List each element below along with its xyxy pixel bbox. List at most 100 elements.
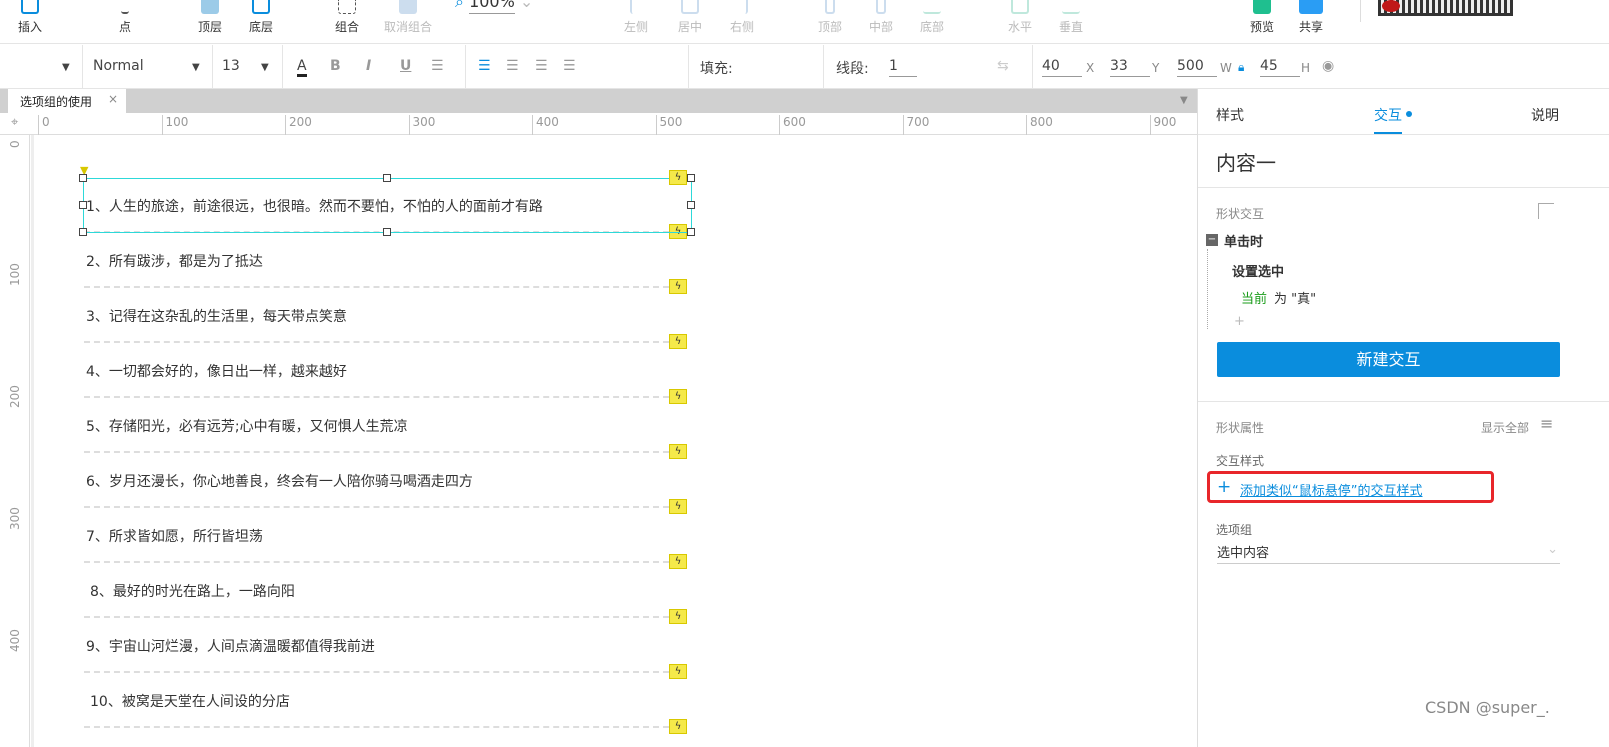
w-label: W — [1220, 61, 1232, 75]
option-group-input[interactable]: 选中内容 ⌄ — [1217, 542, 1560, 564]
share-button[interactable]: 共享 — [1294, 0, 1328, 44]
option-item[interactable]: 8、最好的时光在路上，一路向阳 — [90, 581, 295, 601]
widget-name[interactable]: 内容一 — [1216, 147, 1276, 176]
align-left-text-icon[interactable]: ☰ — [478, 58, 491, 74]
style-dropdown-arrow[interactable]: ▼ — [62, 62, 70, 73]
preview-button[interactable]: 预览 — [1245, 0, 1279, 44]
resize-handle[interactable] — [79, 174, 87, 182]
group-icon — [338, 0, 356, 14]
align-bottom-icon — [923, 0, 941, 14]
menu-icon[interactable]: ≡ — [1540, 414, 1553, 433]
distribute-horizontal-button[interactable]: 水平 — [1005, 0, 1035, 44]
document-tab[interactable]: 选项组的使用 × — [8, 89, 126, 113]
action-set-selected[interactable]: 设置选中 — [1232, 261, 1284, 280]
send-back-button[interactable]: 底层 — [244, 0, 278, 44]
align-bottom-button[interactable]: 底部 — [917, 0, 947, 44]
action-target[interactable]: 当前 — [1241, 288, 1267, 307]
interaction-lightning-icon[interactable]: ϟ — [669, 664, 687, 679]
selection-box[interactable] — [83, 178, 692, 233]
tab-interaction[interactable]: 交互 — [1374, 105, 1402, 135]
option-item[interactable]: 10、被窝是天堂在人间设的分店 — [90, 691, 290, 711]
tab-style[interactable]: 样式 — [1216, 105, 1244, 125]
plus-icon[interactable]: + — [1217, 477, 1231, 497]
close-tab-icon[interactable]: × — [108, 92, 118, 106]
bold-icon[interactable]: B — [330, 58, 341, 74]
show-all-link[interactable]: 显示全部 — [1481, 419, 1529, 436]
resize-handle[interactable] — [79, 201, 87, 209]
ruler-label: 800 — [1030, 115, 1053, 129]
insert-button[interactable]: 插入 — [10, 0, 50, 44]
height-input[interactable]: 45 — [1260, 58, 1300, 77]
align-right-button[interactable]: 右侧 — [728, 0, 756, 44]
align-center-button[interactable]: 居中 — [676, 0, 704, 44]
justify-text-icon[interactable]: ☰ — [563, 58, 576, 74]
event-onclick[interactable]: 单击时 — [1224, 231, 1263, 250]
action-value: 为 "真" — [1274, 292, 1317, 307]
lock-icon[interactable]: 🔒︎ — [1238, 60, 1244, 75]
interaction-lightning-icon[interactable]: ϟ — [669, 444, 687, 459]
interaction-lightning-icon[interactable]: ϟ — [669, 334, 687, 349]
collapse-icon[interactable]: − — [1206, 234, 1218, 246]
point-button[interactable]: 点 — [110, 0, 140, 44]
interaction-lightning-icon[interactable]: ϟ — [669, 554, 687, 569]
resize-handle[interactable] — [687, 228, 695, 236]
align-top-button[interactable]: 顶部 — [815, 0, 845, 44]
distribute-vertical-button[interactable]: 垂直 — [1056, 0, 1086, 44]
resize-handle[interactable] — [687, 201, 695, 209]
item-divider — [84, 671, 669, 673]
option-item[interactable]: 3、记得在这杂乱的生活里，每天带点笑意 — [86, 306, 347, 326]
option-item[interactable]: 2、所有跋涉，都是为了抵达 — [86, 251, 263, 271]
option-item[interactable]: 9、宇宙山河烂漫，人间点滴温暖都值得我前进 — [86, 636, 375, 656]
resize-handle[interactable] — [79, 228, 87, 236]
italic-icon[interactable]: I — [366, 58, 371, 74]
interaction-lightning-icon[interactable]: ϟ — [669, 719, 687, 734]
bring-front-button[interactable]: 顶层 — [193, 0, 227, 44]
resize-handle[interactable] — [383, 228, 391, 236]
group-button[interactable]: 组合 — [330, 0, 364, 44]
line-width-input[interactable]: 1 — [889, 58, 917, 77]
point-icon — [121, 0, 129, 14]
font-size-select[interactable]: 13 — [222, 58, 240, 74]
ruler-label: 400 — [536, 115, 559, 129]
x-input[interactable]: 40 — [1042, 58, 1082, 77]
align-center-text-icon[interactable]: ☰ — [506, 58, 519, 74]
bullet-list-icon[interactable]: ☰ — [431, 58, 444, 74]
font-color-icon[interactable]: A — [297, 58, 307, 77]
resize-handle[interactable] — [687, 174, 695, 182]
interaction-lightning-icon[interactable]: ϟ — [669, 609, 687, 624]
chevron-down-icon: ⌄ — [519, 0, 534, 11]
interaction-lightning-icon[interactable]: ϟ — [669, 499, 687, 514]
tab-menu-dropdown-icon[interactable]: ▼ — [1180, 95, 1188, 106]
align-left-button[interactable]: 左侧 — [624, 0, 648, 44]
interaction-lightning-icon[interactable]: ϟ — [669, 389, 687, 404]
add-hover-style-link[interactable]: 添加类似“鼠标悬停”的交互样式 — [1240, 480, 1422, 499]
right-inspector-panel: 样式 交互 说明 内容一 形状交互 − 单击时 设置选中 当前 为 "真" + … — [1197, 89, 1609, 747]
tab-notes[interactable]: 说明 — [1531, 105, 1559, 125]
user-avatar-banner[interactable] — [1378, 0, 1513, 16]
insert-icon — [21, 0, 39, 14]
width-input[interactable]: 500 — [1177, 58, 1217, 77]
option-item[interactable]: 7、所求皆如愿，所行皆坦荡 — [86, 526, 263, 546]
align-middle-button[interactable]: 中部 — [866, 0, 896, 44]
align-right-text-icon[interactable]: ☰ — [535, 58, 548, 74]
expand-icon[interactable] — [1538, 203, 1554, 219]
text-style-select[interactable]: Normal — [93, 58, 144, 74]
resize-handle[interactable] — [383, 174, 391, 182]
arrow-style-icon[interactable]: ⇆ — [997, 58, 1009, 74]
visibility-eye-icon[interactable]: ◉ — [1322, 58, 1334, 74]
ruler-label: 700 — [906, 115, 930, 129]
preview-icon — [1253, 0, 1271, 14]
zoom-select[interactable]: ⌕ 100% ⌄ — [455, 0, 570, 36]
interaction-lightning-icon[interactable]: ϟ — [669, 170, 687, 185]
interaction-style-heading: 交互样式 — [1216, 454, 1265, 468]
underline-icon[interactable]: U — [400, 58, 411, 74]
option-item[interactable]: 6、岁月还漫长，你心地善良，终会有一人陪你骑马喝酒走四方 — [86, 471, 473, 491]
y-input[interactable]: 33 — [1110, 58, 1150, 77]
new-interaction-button[interactable]: 新建交互 — [1217, 342, 1560, 377]
ungroup-button[interactable]: 取消组合 — [380, 0, 436, 44]
option-item[interactable]: 4、一切都会好的，像日出一样，越来越好 — [86, 361, 347, 381]
h-label: H — [1301, 61, 1311, 75]
interaction-lightning-icon[interactable]: ϟ — [669, 279, 687, 294]
add-action-icon[interactable]: + — [1234, 314, 1245, 329]
option-item[interactable]: 5、存储阳光，必有远芳;心中有暖，又何惧人生荒凉 — [86, 416, 408, 436]
